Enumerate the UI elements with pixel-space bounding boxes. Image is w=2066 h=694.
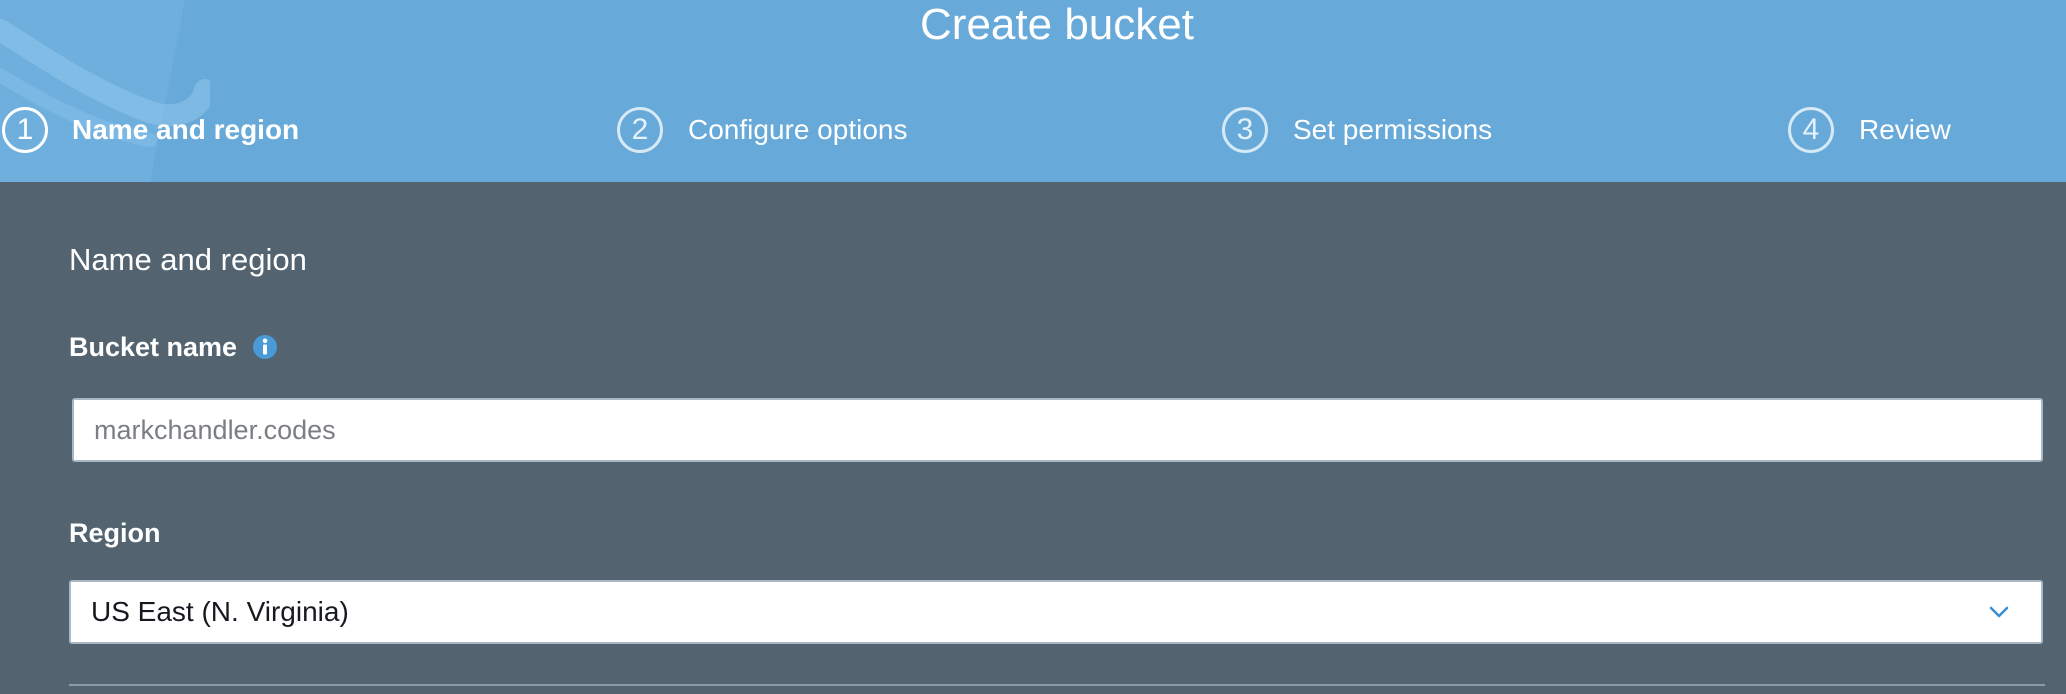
chevron-down-icon (1989, 606, 2009, 618)
section-title: Name and region (69, 242, 307, 277)
step-label: Configure options (688, 114, 908, 145)
page-title: Create bucket (920, 0, 1194, 49)
bucket-name-label: Bucket name (69, 331, 238, 362)
section-divider (69, 684, 2045, 686)
step-configure-options[interactable]: 2 Configure options (617, 104, 907, 156)
step-review[interactable]: 4 Review (1788, 104, 1951, 156)
region-select[interactable]: US East (N. Virginia) (69, 580, 2043, 644)
step-number-badge: 2 (617, 107, 663, 153)
step-number-badge: 3 (1222, 107, 1268, 153)
bucket-name-input[interactable] (72, 398, 2043, 462)
region-selected-value: US East (N. Virginia) (91, 596, 349, 627)
region-label: Region (69, 517, 161, 548)
step-label: Name and region (72, 114, 300, 145)
step-number-badge: 4 (1788, 107, 1834, 153)
bucket-name-label-row: Bucket name (69, 329, 278, 365)
step-set-permissions[interactable]: 3 Set permissions (1222, 104, 1492, 156)
step-label: Set permissions (1293, 114, 1493, 145)
region-label-row: Region (69, 515, 161, 551)
create-bucket-page: Create bucket 1 Name and region 2 Config… (0, 0, 2066, 694)
step-number-badge: 1 (2, 107, 48, 153)
step-label: Review (1859, 114, 1951, 145)
step-name-and-region[interactable]: 1 Name and region (2, 104, 299, 156)
wizard-header: Create bucket 1 Name and region 2 Config… (0, 0, 2066, 182)
info-icon[interactable] (252, 334, 278, 360)
